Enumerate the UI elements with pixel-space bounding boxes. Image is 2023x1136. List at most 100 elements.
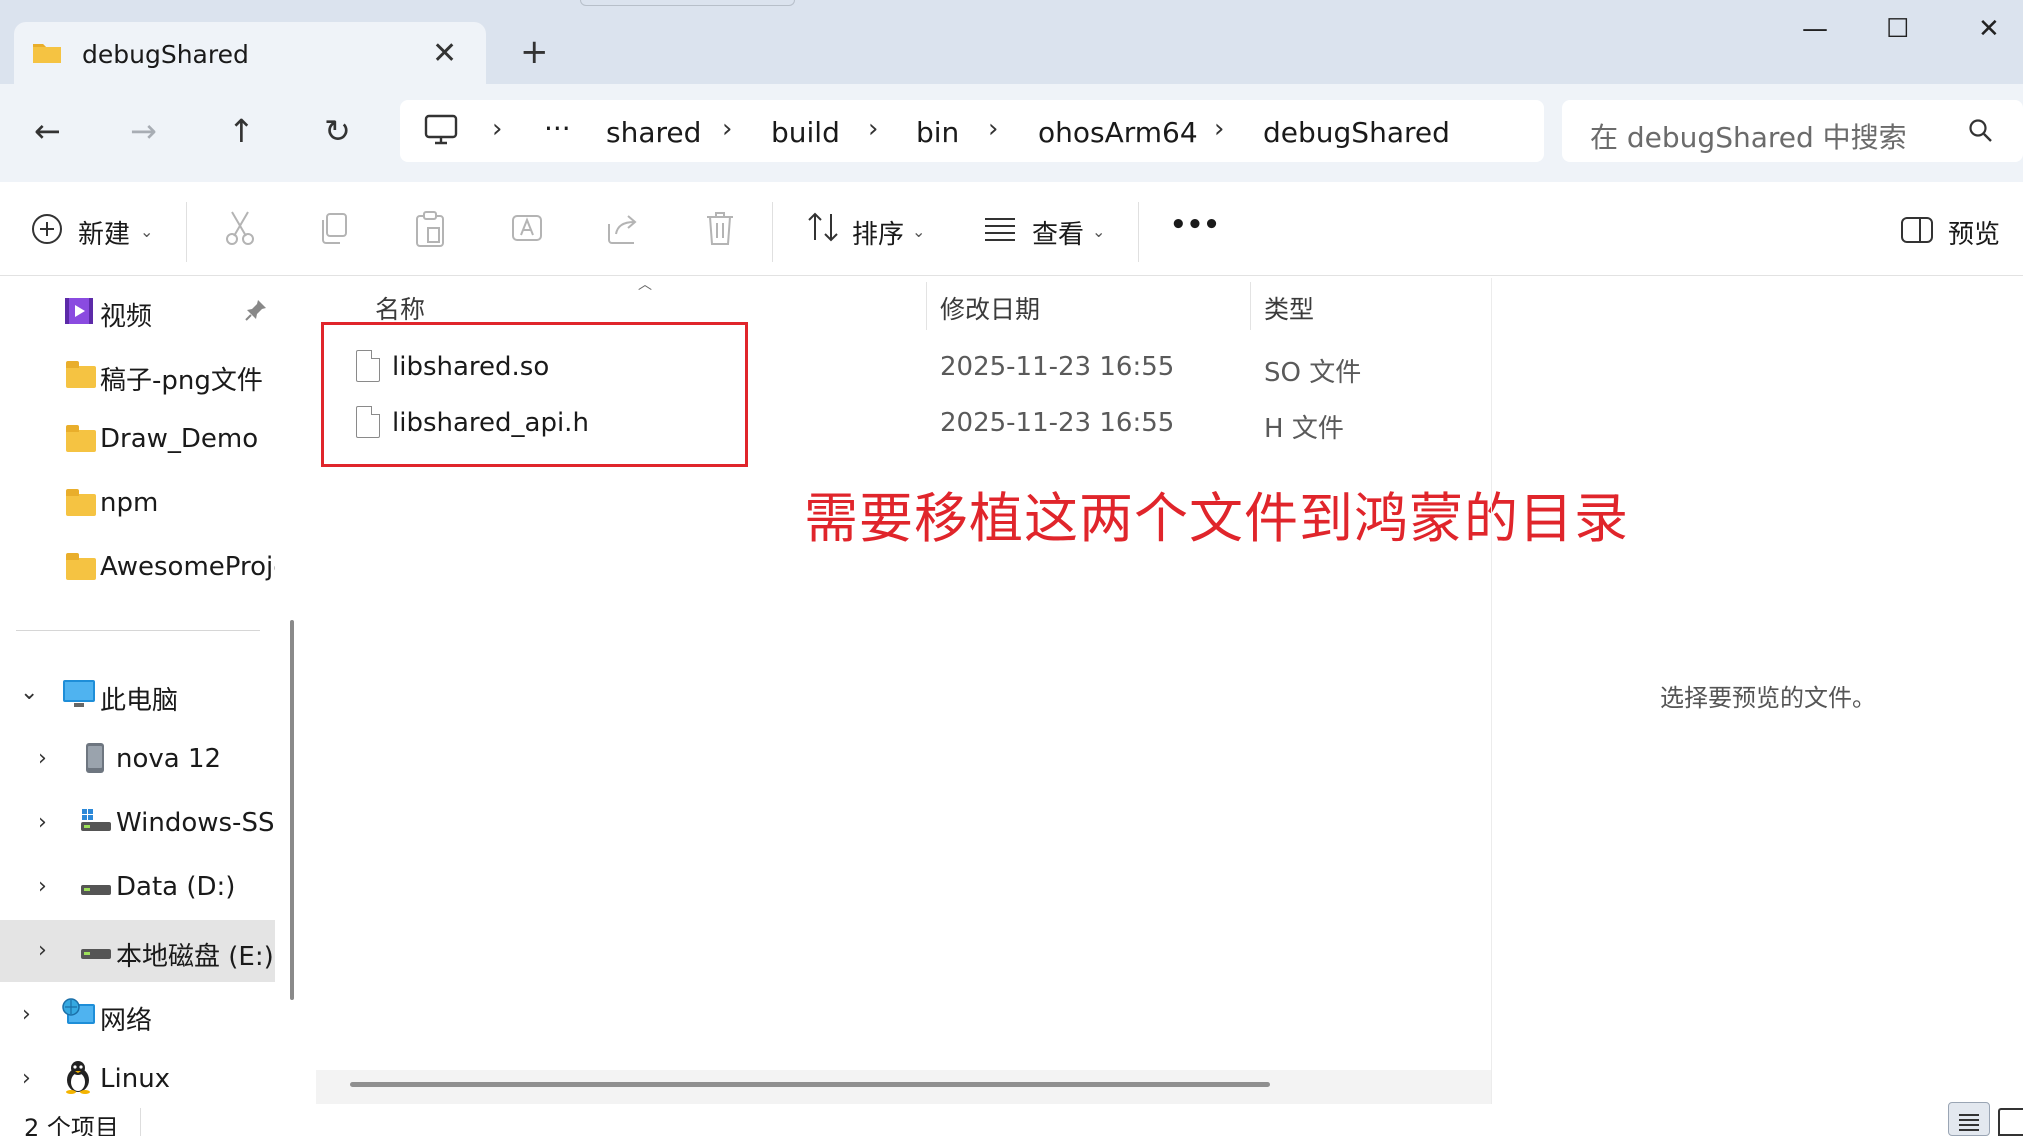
share-icon[interactable] [606, 210, 640, 250]
sidebar-item-gaozi-png[interactable]: 稿子-png文件 [0, 344, 275, 406]
breadcrumb-chevron-icon[interactable]: › [722, 114, 732, 144]
sort-button[interactable]: 排序 [852, 214, 904, 251]
chevron-down-icon[interactable]: ⌄ [1092, 222, 1105, 241]
divider [772, 202, 773, 262]
drive-icon [80, 882, 112, 901]
item-count: 2 个项目 [24, 1114, 119, 1136]
breadcrumb-build[interactable]: build [771, 116, 840, 149]
sidebar-item-label: AwesomeProje [100, 552, 275, 582]
annotation-highlight-box [321, 322, 748, 467]
delete-icon[interactable] [704, 210, 736, 250]
chevron-right-icon[interactable]: › [38, 746, 47, 771]
folder-icon [66, 553, 96, 580]
status-bar [0, 1104, 2023, 1136]
search-input[interactable]: 在 debugShared 中搜索 [1590, 116, 1907, 156]
breadcrumb-chevron-icon[interactable]: › [1214, 114, 1224, 144]
monitor-icon [62, 678, 96, 714]
phone-icon [84, 742, 106, 778]
view-button[interactable]: 查看 [1032, 214, 1084, 251]
network-icon [62, 998, 96, 1034]
folder-icon [66, 489, 96, 516]
sidebar-item-label: Linux [100, 1064, 171, 1094]
close-window-button[interactable]: ✕ [1978, 14, 2000, 44]
paste-icon[interactable] [414, 210, 446, 252]
chevron-right-icon[interactable]: › [22, 1066, 31, 1091]
sidebar-item-data-d[interactable]: › Data (D:) [0, 856, 275, 918]
sidebar-item-label: Data (D:) [116, 872, 236, 902]
sidebar-item-label: 本地磁盘 (E:) [116, 942, 274, 972]
preview-pane-icon[interactable] [1900, 216, 1934, 248]
divider [186, 202, 187, 262]
chevron-down-icon[interactable]: ⌄ [20, 680, 38, 705]
chevron-right-icon[interactable]: › [38, 810, 47, 835]
rename-icon[interactable] [510, 210, 544, 250]
maximize-button[interactable]: ☐ [1886, 14, 1909, 44]
breadcrumb-chevron-icon[interactable]: › [492, 114, 502, 144]
more-options-button[interactable]: ••• [1170, 210, 1220, 240]
sidebar-item-videos[interactable]: 视频 [0, 280, 275, 342]
new-button[interactable]: 新建 [78, 214, 130, 251]
view-list-icon[interactable] [984, 216, 1016, 246]
horizontal-scrollbar-track[interactable] [316, 1070, 1491, 1104]
sidebar-item-linux[interactable]: › Linux [0, 1048, 275, 1110]
tiles-view-button[interactable] [1998, 1108, 2023, 1136]
column-header-modified[interactable]: 修改日期 [940, 290, 1040, 326]
sidebar-item-npm[interactable]: npm [0, 472, 275, 534]
sidebar-item-local-disk-e[interactable]: › 本地磁盘 (E:) [0, 920, 275, 982]
new-tab-button[interactable]: + [520, 32, 549, 72]
tab-debugShared[interactable]: debugShared ✕ [14, 22, 486, 86]
breadcrumb-chevron-icon[interactable]: › [868, 114, 878, 144]
sidebar-item-draw-demo[interactable]: Draw_Demo [0, 408, 275, 470]
system-drive-icon [80, 808, 112, 838]
sidebar-item-this-pc[interactable]: ⌄ 此电脑 [0, 664, 275, 726]
sidebar-item-windows-ssd[interactable]: › Windows-SSD [0, 792, 275, 854]
sidebar-scrollbar[interactable] [290, 620, 294, 1000]
chevron-right-icon[interactable]: › [22, 1002, 31, 1027]
close-tab-icon[interactable]: ✕ [432, 36, 457, 71]
sidebar-item-nova-12[interactable]: › nova 12 [0, 728, 275, 790]
breadcrumb-chevron-icon[interactable]: › [988, 114, 998, 144]
chevron-right-icon[interactable]: › [38, 938, 47, 963]
up-button[interactable]: ↑ [228, 112, 255, 150]
search-icon[interactable] [1968, 118, 1994, 148]
linux-penguin-icon [64, 1060, 92, 1098]
video-folder-icon [64, 296, 94, 330]
horizontal-scrollbar-thumb[interactable] [350, 1082, 1270, 1087]
chevron-right-icon[interactable]: › [38, 874, 47, 899]
sidebar-item-label: Draw_Demo [100, 424, 259, 454]
new-plus-icon[interactable] [30, 212, 64, 250]
drive-icon [80, 946, 112, 965]
sort-ascending-icon: ︿ [638, 277, 652, 293]
annotation-text: 需要移植这两个文件到鸿蒙的目录 [804, 487, 1629, 550]
refresh-button[interactable]: ↻ [324, 112, 351, 150]
background-window-edge [580, 0, 795, 6]
sidebar-item-network[interactable]: › 网络 [0, 984, 275, 1046]
preview-pane-divider[interactable] [1491, 278, 1492, 1104]
pin-icon[interactable] [244, 298, 268, 326]
column-header-name[interactable]: 名称 [375, 290, 425, 326]
chevron-down-icon[interactable]: ⌄ [140, 222, 153, 241]
breadcrumb-overflow[interactable]: ··· [544, 112, 571, 145]
forward-button[interactable]: → [130, 112, 157, 150]
column-header-type[interactable]: 类型 [1264, 290, 1314, 326]
breadcrumb-debugShared[interactable]: debugShared [1263, 116, 1450, 149]
sidebar-item-awesome-project[interactable]: AwesomeProje [0, 536, 275, 598]
details-view-button[interactable] [1948, 1102, 1990, 1136]
column-divider[interactable] [1250, 282, 1251, 330]
tab-title: debugShared [82, 40, 249, 69]
breadcrumb-ohosArm64[interactable]: ohosArm64 [1038, 116, 1198, 149]
preview-button[interactable]: 预览 [1948, 214, 2000, 251]
computer-icon[interactable] [424, 114, 458, 150]
preview-message: 选择要预览的文件。 [1660, 684, 1876, 712]
breadcrumb-shared[interactable]: shared [606, 116, 701, 149]
breadcrumb-bin[interactable]: bin [916, 116, 959, 149]
column-divider[interactable] [926, 282, 927, 330]
copy-icon[interactable] [318, 210, 350, 250]
sort-icon[interactable] [806, 210, 840, 248]
back-button[interactable]: ← [34, 112, 61, 150]
sidebar-divider [16, 630, 260, 631]
chevron-down-icon[interactable]: ⌄ [912, 222, 925, 241]
sidebar-item-label: npm [100, 488, 159, 518]
cut-icon[interactable] [224, 210, 256, 250]
minimize-button[interactable]: — [1802, 14, 1828, 44]
